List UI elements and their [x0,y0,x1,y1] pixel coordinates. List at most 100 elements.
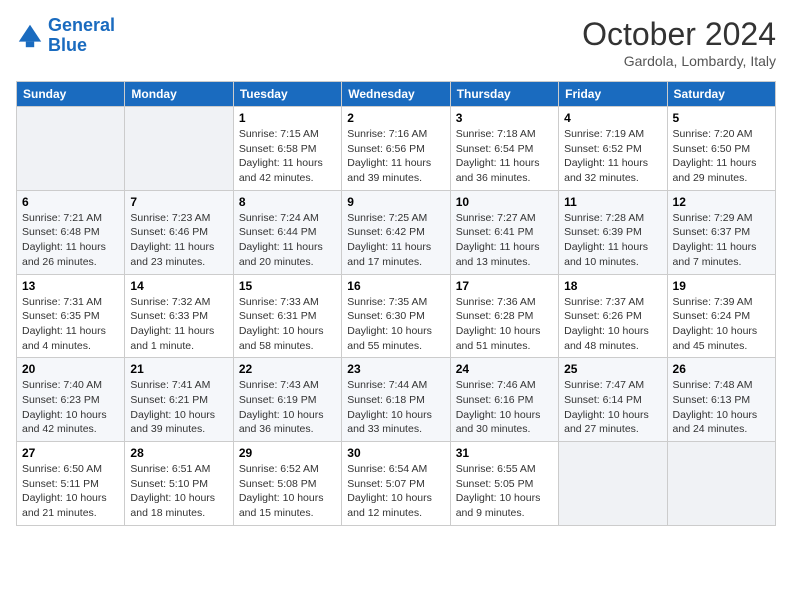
day-info: Sunrise: 7:21 AM Sunset: 6:48 PM Dayligh… [22,211,119,270]
day-number: 17 [456,279,553,293]
month-year-title: October 2024 [582,16,776,53]
day-info: Sunrise: 7:41 AM Sunset: 6:21 PM Dayligh… [130,378,227,437]
calendar-week-row: 13 Sunrise: 7:31 AM Sunset: 6:35 PM Dayli… [17,274,776,358]
calendar-cell: 5 Sunrise: 7:20 AM Sunset: 6:50 PM Daylig… [667,107,775,191]
calendar-week-row: 27 Sunrise: 6:50 AM Sunset: 5:11 PM Dayli… [17,442,776,526]
title-block: October 2024 Gardola, Lombardy, Italy [582,16,776,69]
day-info: Sunrise: 7:44 AM Sunset: 6:18 PM Dayligh… [347,378,444,437]
calendar-cell: 29Sunrise: 6:52 AM Sunset: 5:08 PM Dayli… [233,442,341,526]
day-info: Sunrise: 7:39 AM Sunset: 6:24 PM Dayligh… [673,295,770,354]
calendar-cell: 19 Sunrise: 7:39 AM Sunset: 6:24 PM Dayli… [667,274,775,358]
day-info: Sunrise: 7:37 AM Sunset: 6:26 PM Dayligh… [564,295,661,354]
calendar-cell: 11 Sunrise: 7:28 AM Sunset: 6:39 PM Dayli… [559,190,667,274]
day-number: 13 [22,279,119,293]
day-number: 27 [22,446,119,460]
day-number: 3 [456,111,553,125]
day-info: Sunrise: 7:16 AM Sunset: 6:56 PM Dayligh… [347,127,444,186]
day-info: Sunrise: 7:24 AM Sunset: 6:44 PM Dayligh… [239,211,336,270]
calendar-cell: 26 Sunrise: 7:48 AM Sunset: 6:13 PM Dayli… [667,358,775,442]
day-info: Sunrise: 7:18 AM Sunset: 6:54 PM Dayligh… [456,127,553,186]
calendar-cell: 30Sunrise: 6:54 AM Sunset: 5:07 PM Dayli… [342,442,450,526]
weekday-header-cell: Monday [125,82,233,107]
calendar-cell: 10 Sunrise: 7:27 AM Sunset: 6:41 PM Dayli… [450,190,558,274]
day-info: Sunrise: 7:23 AM Sunset: 6:46 PM Dayligh… [130,211,227,270]
calendar-cell: 13 Sunrise: 7:31 AM Sunset: 6:35 PM Dayli… [17,274,125,358]
day-info: Sunrise: 7:43 AM Sunset: 6:19 PM Dayligh… [239,378,336,437]
calendar-cell: 12Sunrise: 7:29 AM Sunset: 6:37 PM Dayli… [667,190,775,274]
day-number: 7 [130,195,227,209]
day-number: 28 [130,446,227,460]
calendar-week-row: 1 Sunrise: 7:15 AM Sunset: 6:58 PM Daylig… [17,107,776,191]
day-number: 9 [347,195,444,209]
day-info: Sunrise: 7:46 AM Sunset: 6:16 PM Dayligh… [456,378,553,437]
day-number: 26 [673,362,770,376]
day-number: 31 [456,446,553,460]
day-number: 25 [564,362,661,376]
calendar-cell: 28 Sunrise: 6:51 AM Sunset: 5:10 PM Dayli… [125,442,233,526]
day-info: Sunrise: 7:25 AM Sunset: 6:42 PM Dayligh… [347,211,444,270]
calendar-cell: 9 Sunrise: 7:25 AM Sunset: 6:42 PM Daylig… [342,190,450,274]
day-number: 5 [673,111,770,125]
calendar-cell: 8 Sunrise: 7:24 AM Sunset: 6:44 PM Daylig… [233,190,341,274]
calendar-cell: 3 Sunrise: 7:18 AM Sunset: 6:54 PM Daylig… [450,107,558,191]
day-number: 22 [239,362,336,376]
weekday-header-cell: Saturday [667,82,775,107]
day-number: 10 [456,195,553,209]
day-info: Sunrise: 7:15 AM Sunset: 6:58 PM Dayligh… [239,127,336,186]
calendar-table: SundayMondayTuesdayWednesdayThursdayFrid… [16,81,776,526]
weekday-header-cell: Thursday [450,82,558,107]
weekday-header-row: SundayMondayTuesdayWednesdayThursdayFrid… [17,82,776,107]
day-info: Sunrise: 6:51 AM Sunset: 5:10 PM Dayligh… [130,462,227,521]
day-number: 23 [347,362,444,376]
calendar-cell [17,107,125,191]
day-info: Sunrise: 7:31 AM Sunset: 6:35 PM Dayligh… [22,295,119,354]
calendar-cell: 31 Sunrise: 6:55 AM Sunset: 5:05 PM Dayli… [450,442,558,526]
weekday-header-cell: Tuesday [233,82,341,107]
day-info: Sunrise: 6:55 AM Sunset: 5:05 PM Dayligh… [456,462,553,521]
day-info: Sunrise: 7:32 AM Sunset: 6:33 PM Dayligh… [130,295,227,354]
logo-icon [16,22,44,50]
day-info: Sunrise: 7:33 AM Sunset: 6:31 PM Dayligh… [239,295,336,354]
calendar-cell: 4Sunrise: 7:19 AM Sunset: 6:52 PM Daylig… [559,107,667,191]
calendar-cell: 14 Sunrise: 7:32 AM Sunset: 6:33 PM Dayli… [125,274,233,358]
calendar-cell: 21Sunrise: 7:41 AM Sunset: 6:21 PM Dayli… [125,358,233,442]
day-number: 14 [130,279,227,293]
calendar-cell: 25 Sunrise: 7:47 AM Sunset: 6:14 PM Dayli… [559,358,667,442]
logo-text: General Blue [48,16,115,56]
day-info: Sunrise: 7:28 AM Sunset: 6:39 PM Dayligh… [564,211,661,270]
location-subtitle: Gardola, Lombardy, Italy [582,53,776,69]
day-number: 30 [347,446,444,460]
calendar-cell [125,107,233,191]
calendar-week-row: 20 Sunrise: 7:40 AM Sunset: 6:23 PM Dayli… [17,358,776,442]
calendar-cell: 23 Sunrise: 7:44 AM Sunset: 6:18 PM Dayli… [342,358,450,442]
day-number: 19 [673,279,770,293]
day-info: Sunrise: 7:20 AM Sunset: 6:50 PM Dayligh… [673,127,770,186]
day-number: 8 [239,195,336,209]
calendar-cell [559,442,667,526]
calendar-cell: 1 Sunrise: 7:15 AM Sunset: 6:58 PM Daylig… [233,107,341,191]
day-number: 11 [564,195,661,209]
calendar-cell: 22 Sunrise: 7:43 AM Sunset: 6:19 PM Dayli… [233,358,341,442]
day-number: 2 [347,111,444,125]
calendar-week-row: 6Sunrise: 7:21 AM Sunset: 6:48 PM Daylig… [17,190,776,274]
day-info: Sunrise: 7:27 AM Sunset: 6:41 PM Dayligh… [456,211,553,270]
day-info: Sunrise: 7:36 AM Sunset: 6:28 PM Dayligh… [456,295,553,354]
calendar-cell: 7 Sunrise: 7:23 AM Sunset: 6:46 PM Daylig… [125,190,233,274]
day-info: Sunrise: 7:40 AM Sunset: 6:23 PM Dayligh… [22,378,119,437]
page-header: General Blue October 2024 Gardola, Lomba… [16,16,776,69]
day-number: 1 [239,111,336,125]
day-number: 29 [239,446,336,460]
day-info: Sunrise: 7:47 AM Sunset: 6:14 PM Dayligh… [564,378,661,437]
calendar-cell: 20 Sunrise: 7:40 AM Sunset: 6:23 PM Dayli… [17,358,125,442]
day-number: 15 [239,279,336,293]
day-info: Sunrise: 6:50 AM Sunset: 5:11 PM Dayligh… [22,462,119,521]
day-info: Sunrise: 7:19 AM Sunset: 6:52 PM Dayligh… [564,127,661,186]
calendar-cell: 17 Sunrise: 7:36 AM Sunset: 6:28 PM Dayli… [450,274,558,358]
weekday-header-cell: Friday [559,82,667,107]
day-number: 20 [22,362,119,376]
calendar-cell: 15 Sunrise: 7:33 AM Sunset: 6:31 PM Dayli… [233,274,341,358]
day-info: Sunrise: 7:48 AM Sunset: 6:13 PM Dayligh… [673,378,770,437]
day-number: 18 [564,279,661,293]
calendar-cell: 16Sunrise: 7:35 AM Sunset: 6:30 PM Dayli… [342,274,450,358]
logo: General Blue [16,16,115,56]
